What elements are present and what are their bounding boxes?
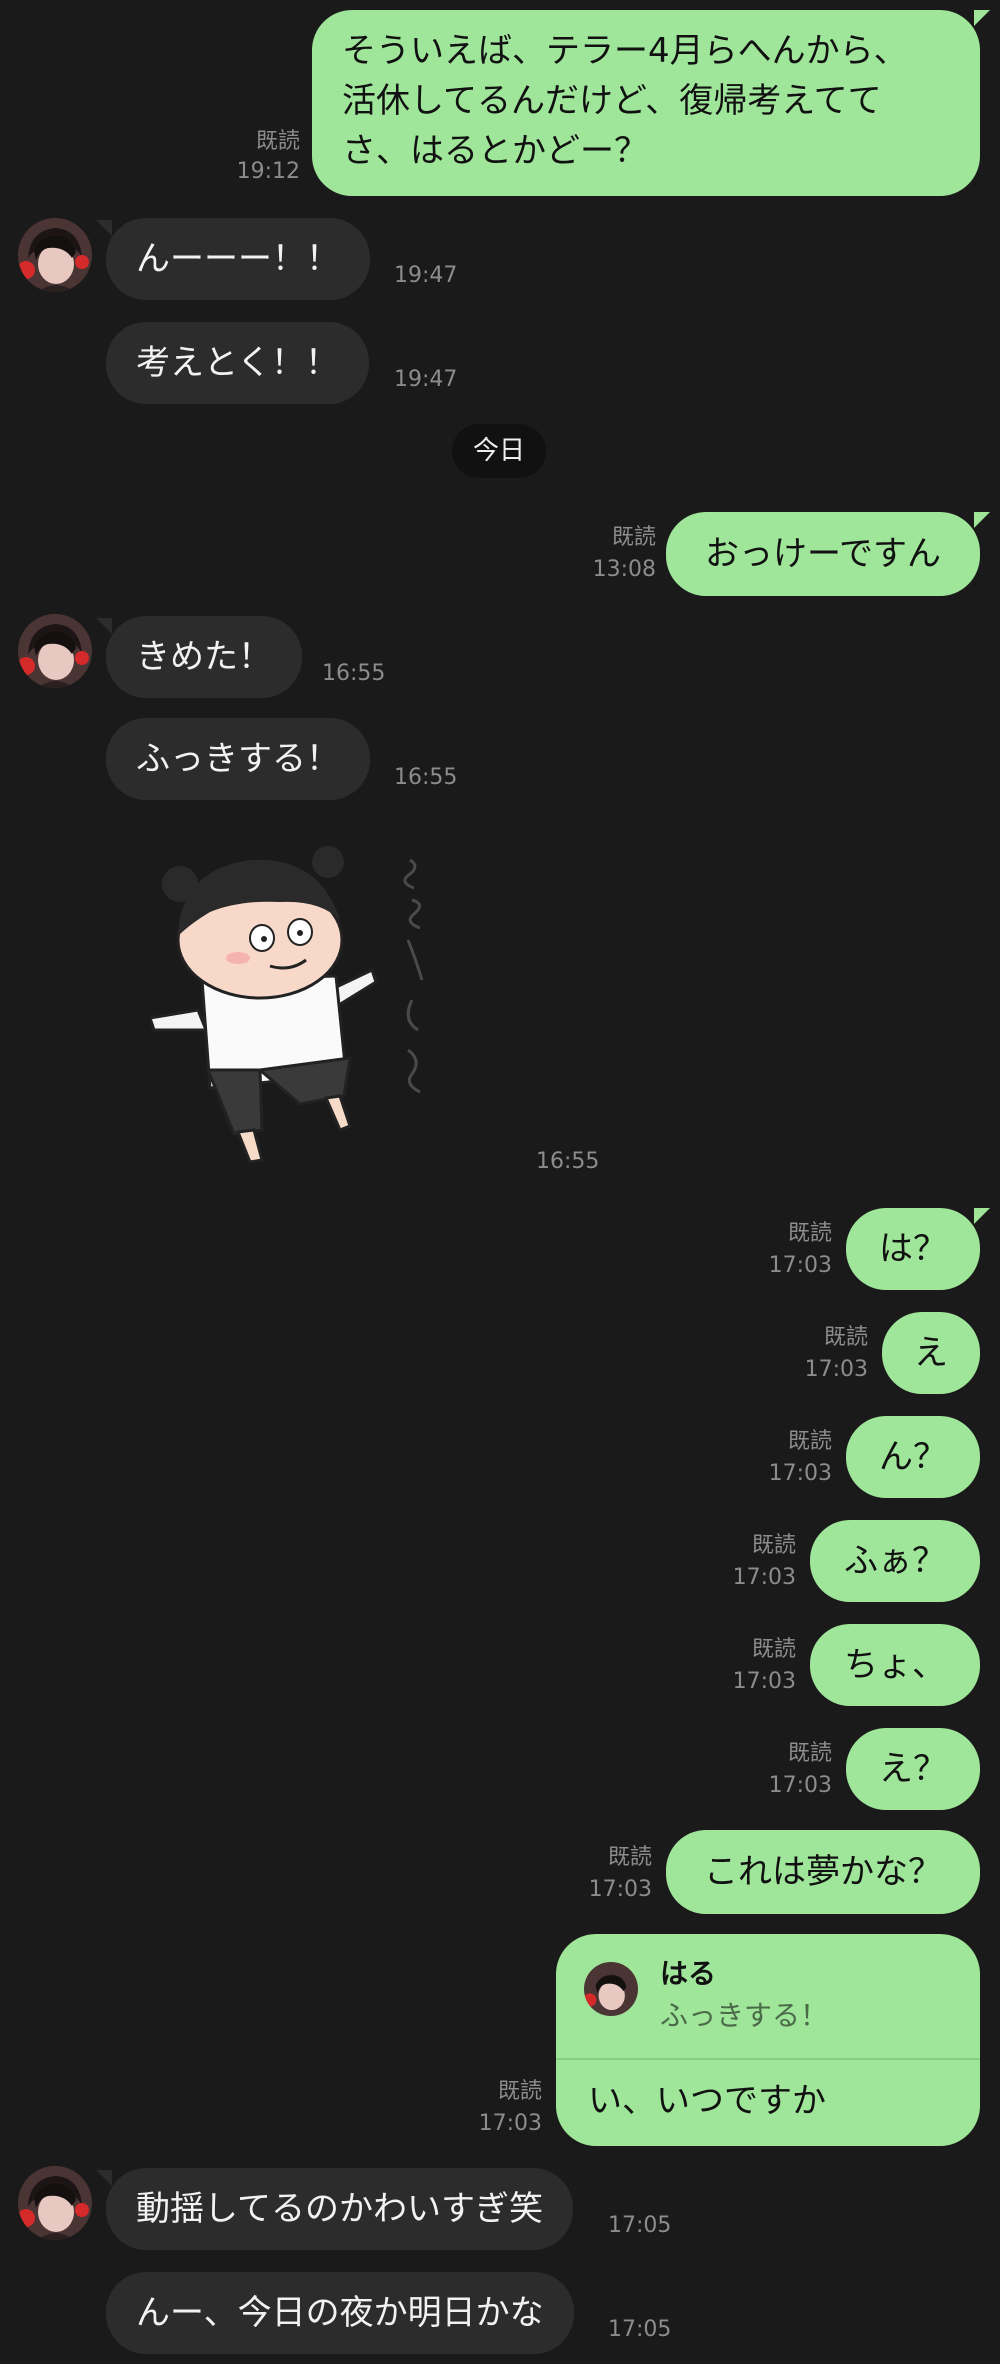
read-receipt: 既読 [607, 1845, 652, 1870]
message-text: 考えとく！！ [136, 343, 339, 383]
message-line: 活休してるんだけど、復帰考えてて [342, 81, 882, 121]
message-time: 13:08 [592, 557, 656, 582]
message-bubble[interactable]: 考えとく！！ [106, 322, 369, 404]
quote-sender-name: はる [660, 1957, 717, 1990]
message-time: 17:03 [768, 1773, 832, 1798]
message-text: は？ [879, 1229, 947, 1269]
bubble-tail [974, 10, 990, 26]
message-bubble[interactable]: え？ [846, 1728, 980, 1810]
contact-avatar[interactable] [18, 614, 92, 688]
bubble-tail [96, 618, 112, 634]
message-time: 16:55 [394, 765, 458, 790]
message-text: ふぁ？ [844, 1541, 946, 1581]
message-time: 19:47 [394, 263, 458, 288]
message-bubble[interactable]: んーーー！！ [106, 218, 370, 300]
message-bubble[interactable]: ふっきする！ [106, 718, 370, 800]
message-text: ふっきする！ [136, 739, 340, 779]
message-bubble[interactable]: は？ [846, 1208, 980, 1290]
bubble-tail [96, 220, 112, 236]
contact-avatar[interactable] [18, 2166, 92, 2240]
message-time: 19:12 [236, 159, 300, 184]
read-receipt: 既読 [787, 1741, 832, 1766]
message-bubble[interactable]: 動揺してるのかわいすぎ笑 [106, 2168, 573, 2250]
message-bubble[interactable]: そういえば、テラー4月らへんから、 活休してるんだけど、復帰考えてて さ、はると… [312, 10, 980, 196]
bubble-tail [974, 1208, 990, 1224]
message-bubble[interactable]: ふぁ？ [810, 1520, 980, 1602]
message-text: ん？ [879, 1437, 947, 1477]
message-time: 16:55 [322, 661, 386, 686]
read-receipt: 既読 [751, 1637, 796, 1662]
message-text: これは夢かな？ [704, 1852, 942, 1892]
message-bubble[interactable]: ん？ [846, 1416, 980, 1498]
message-bubble[interactable]: きめた！ [106, 616, 302, 698]
message-text: 動揺してるのかわいすぎ笑 [136, 2189, 543, 2229]
read-receipt: 既読 [787, 1429, 832, 1454]
read-receipt: 既読 [497, 2079, 542, 2104]
contact-avatar[interactable] [18, 218, 92, 292]
message-bubble[interactable]: ちょ、 [810, 1624, 980, 1706]
message-time: 17:03 [588, 1877, 652, 1902]
date-divider: 今日 [452, 424, 546, 478]
message-line: さ、はるとかどー？ [342, 131, 648, 171]
message-time: 19:47 [394, 367, 458, 392]
message-bubble[interactable]: おっけーですん [666, 512, 980, 596]
message-text: おっけーですん [705, 534, 941, 574]
message-time: 17:03 [804, 1357, 868, 1382]
read-receipt: 既読 [611, 525, 656, 550]
message-text: い、いつですか [588, 2081, 826, 2121]
message-time: 17:05 [608, 2317, 672, 2342]
message-text: んーーー！！ [136, 239, 340, 279]
bubble-tail [974, 512, 990, 528]
message-bubble[interactable]: んー、今日の夜か明日かな [106, 2272, 574, 2354]
read-receipt: 既読 [787, 1221, 832, 1246]
message-line: そういえば、テラー4月らへんから、 [342, 31, 908, 71]
message-bubble[interactable]: え [882, 1312, 980, 1394]
quote-text: ふっきする！ [660, 1999, 829, 2032]
message-time: 17:03 [732, 1565, 796, 1590]
message-time: 17:03 [768, 1253, 832, 1278]
message-time: 17:03 [732, 1669, 796, 1694]
message-time: 17:03 [768, 1461, 832, 1486]
message-time: 16:55 [536, 1149, 600, 1174]
message-time: 17:03 [478, 2111, 542, 2136]
message-time: 17:05 [608, 2213, 672, 2238]
message-text: え [914, 1333, 948, 1373]
bubble-tail [96, 2170, 112, 2186]
quoted-message[interactable]: はる ふっきする！ [556, 1934, 980, 2058]
message-bubble[interactable]: これは夢かな？ [666, 1830, 980, 1914]
message-text: んー、今日の夜か明日かな [136, 2293, 544, 2333]
quote-avatar [584, 1962, 638, 2016]
read-receipt: 既読 [751, 1533, 796, 1558]
sticker-image[interactable] [148, 840, 470, 1180]
quote-divider [556, 2058, 980, 2060]
message-text: きめた！ [136, 637, 272, 677]
message-text: ちょ、 [844, 1645, 946, 1685]
message-text: え？ [879, 1749, 947, 1789]
reply-message[interactable]: はる ふっきする！ い、いつですか [556, 1934, 980, 2146]
read-receipt: 既読 [255, 129, 300, 154]
read-receipt: 既読 [823, 1325, 868, 1350]
